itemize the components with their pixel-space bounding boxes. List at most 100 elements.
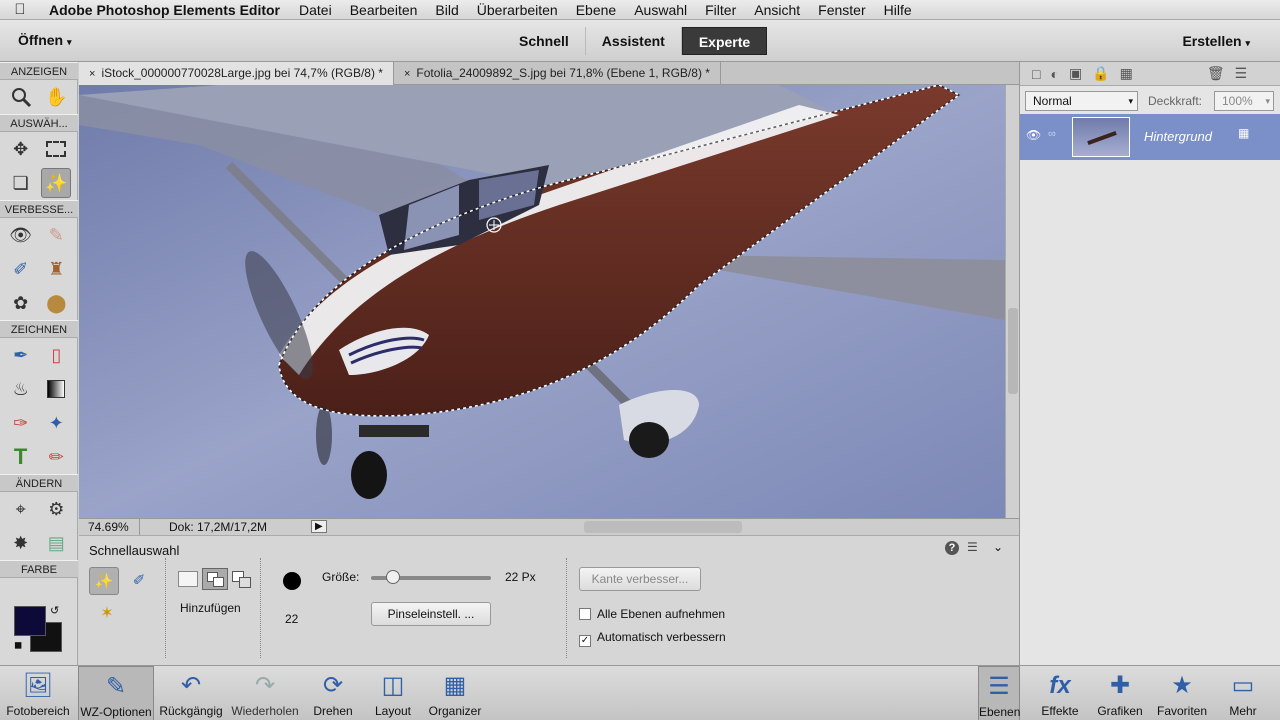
status-menu-arrow-icon[interactable]: ▶	[311, 520, 327, 533]
foreground-color-swatch[interactable]	[14, 606, 46, 636]
paint-bucket-icon[interactable]: ♨	[6, 374, 36, 404]
tool-options-button[interactable]: ✎ WZ-Optionen	[78, 666, 154, 720]
zoom-tool-icon[interactable]	[6, 82, 36, 112]
vertical-scroll-thumb[interactable]	[1008, 308, 1018, 394]
hand-tool-icon[interactable]: ✋	[41, 82, 71, 112]
new-selection-mode-icon[interactable]	[178, 571, 198, 587]
selection-brush-option-icon[interactable]: ✐	[125, 567, 153, 595]
link-icon[interactable]: ∞	[1048, 128, 1056, 140]
menu-bearbeiten[interactable]: Bearbeiten	[341, 2, 427, 18]
layout-button[interactable]: ◫ Layout	[366, 666, 420, 720]
menu-filter[interactable]: Filter	[696, 2, 745, 18]
eyedropper-icon[interactable]: ✑	[6, 408, 36, 438]
smart-brush-icon[interactable]: ✐	[6, 254, 36, 284]
text-tool-icon[interactable]: T	[6, 442, 36, 472]
help-icon[interactable]: ?	[945, 541, 959, 555]
color-swatches: ↺ ◼	[14, 604, 64, 654]
brush-settings-button[interactable]: Pinseleinstell. ...	[371, 602, 491, 626]
mode-experte[interactable]: Experte	[681, 27, 768, 55]
recompose-tool-icon[interactable]: ⚙	[41, 494, 71, 524]
new-layer-icon[interactable]: □	[1032, 66, 1040, 82]
app-name[interactable]: Adobe Photoshop Elements Editor	[40, 2, 290, 18]
organizer-button[interactable]: ▦ Organizer	[424, 666, 486, 720]
magic-wand-option-icon[interactable]: ✶	[93, 600, 121, 628]
move-tool-icon[interactable]: ✥	[6, 134, 36, 164]
add-selection-mode-icon[interactable]	[202, 568, 228, 590]
layer-row[interactable]: 👁 ∞ Hintergrund ▦	[1020, 114, 1280, 160]
visibility-eye-icon[interactable]: 👁	[1026, 128, 1041, 142]
eraser-tool-icon[interactable]: ▯	[41, 340, 71, 370]
effects-panel-button[interactable]: fx Effekte	[1034, 666, 1086, 720]
zoom-level[interactable]: 74.69%	[88, 520, 129, 534]
menu-auswahl[interactable]: Auswahl	[625, 2, 696, 18]
pencil-tool-icon[interactable]: ✏	[41, 442, 71, 472]
section-auswahl: AUSWÄH...	[0, 114, 78, 132]
open-button[interactable]: Öffnen ▾	[18, 32, 72, 48]
vertical-scrollbar[interactable]	[1005, 85, 1019, 518]
content-move-icon[interactable]: ✸	[6, 528, 36, 558]
all-layers-checkbox[interactable]: Alle Ebenen aufnehmen	[579, 607, 725, 621]
apple-icon[interactable]: 	[0, 1, 40, 18]
more-panel-button[interactable]: ▭ Mehr	[1218, 666, 1268, 720]
clone-stamp-icon[interactable]: ♜	[41, 254, 71, 284]
gradient-tool-icon[interactable]	[41, 374, 71, 404]
quick-selection-tool-icon[interactable]: ✨	[41, 168, 72, 198]
undo-button[interactable]: ↶ Rückgängig	[156, 666, 226, 720]
favorites-panel-button[interactable]: ★ Favoriten	[1152, 666, 1212, 720]
crop-tool-icon[interactable]: ⌖	[6, 494, 36, 524]
horizontal-scroll-thumb[interactable]	[584, 521, 742, 533]
collapse-chevron-icon[interactable]: ⌄	[993, 540, 1003, 554]
default-colors-icon[interactable]: ◼	[14, 640, 22, 651]
menu-hilfe[interactable]: Hilfe	[875, 2, 921, 18]
layer-name[interactable]: Hintergrund	[1144, 129, 1212, 144]
mode-assistent[interactable]: Assistent	[586, 27, 682, 55]
tab-istock[interactable]: × iStock_000000770028Large.jpg bei 74,7% …	[79, 62, 394, 85]
menu-datei[interactable]: Datei	[290, 2, 341, 18]
menu-ebene[interactable]: Ebene	[567, 2, 625, 18]
create-button[interactable]: Erstellen ▾	[1182, 33, 1250, 49]
size-value[interactable]: 22 Px	[505, 570, 536, 584]
sponge-tool-icon[interactable]: ⬤	[41, 288, 71, 318]
close-icon[interactable]: ×	[89, 68, 95, 80]
blur-tool-icon[interactable]: ✿	[6, 288, 36, 318]
blend-mode-select[interactable]: Normal ▾	[1025, 91, 1138, 111]
auto-enhance-checkbox[interactable]: ✓ Automatisch verbessern	[579, 630, 726, 647]
healing-brush-icon[interactable]: ✎	[41, 220, 71, 250]
trash-icon[interactable]: 🗑	[1207, 65, 1225, 82]
section-verbessern: VERBESSE...	[0, 200, 78, 218]
lasso-tool-icon[interactable]: ❏	[6, 168, 36, 198]
mode-schnell[interactable]: Schnell	[503, 27, 586, 55]
checkbox-icon[interactable]	[579, 608, 591, 620]
graphics-panel-button[interactable]: ✚ Grafiken	[1092, 666, 1148, 720]
custom-shape-icon[interactable]: ✦	[41, 408, 71, 438]
subtract-selection-mode-icon[interactable]	[232, 571, 254, 589]
menu-ansicht[interactable]: Ansicht	[745, 2, 809, 18]
menu-bild[interactable]: Bild	[426, 2, 467, 18]
menu-ueberarbeiten[interactable]: Überarbeiten	[468, 2, 567, 18]
straighten-tool-icon[interactable]: ▤	[41, 528, 71, 558]
panel-menu-icon[interactable]: ☰	[1235, 65, 1248, 82]
marquee-tool-icon[interactable]	[41, 134, 71, 164]
photo-bin-button[interactable]: 🖼 Fotobereich	[2, 666, 74, 720]
brush-tool-icon[interactable]: ✒	[6, 340, 36, 370]
lock-transparency-icon[interactable]: ▦	[1120, 65, 1133, 82]
swap-colors-icon[interactable]: ↺	[50, 604, 59, 617]
close-icon[interactable]: ×	[404, 68, 410, 80]
panel-menu-icon[interactable]: ☰	[967, 540, 978, 554]
lock-icon[interactable]: 🔒	[1092, 65, 1109, 82]
image-canvas[interactable]	[79, 85, 1005, 518]
tab-fotolia[interactable]: × Fotolia_24009892_S.jpg bei 71,8% (Ebene…	[394, 62, 721, 85]
layers-panel-button[interactable]: ☰ Ebenen	[978, 666, 1020, 720]
rotate-icon: ⟳	[322, 672, 344, 699]
quick-selection-option-icon[interactable]: ✨	[89, 567, 119, 595]
opacity-field[interactable]: 100% ▾	[1214, 91, 1274, 111]
redo-button[interactable]: ↷ Wiederholen	[228, 666, 302, 720]
refine-edge-button[interactable]: Kante verbesser...	[579, 567, 701, 591]
size-slider-knob[interactable]	[385, 570, 400, 584]
checkbox-icon[interactable]: ✓	[579, 635, 591, 647]
rotate-button[interactable]: ⟳ Drehen	[306, 666, 360, 720]
layer-mask-icon[interactable]: ▣	[1069, 65, 1082, 82]
menu-fenster[interactable]: Fenster	[809, 2, 874, 18]
red-eye-tool-icon[interactable]: 👁	[6, 220, 36, 250]
adjustment-layer-icon[interactable]: ◐	[1050, 66, 1058, 82]
